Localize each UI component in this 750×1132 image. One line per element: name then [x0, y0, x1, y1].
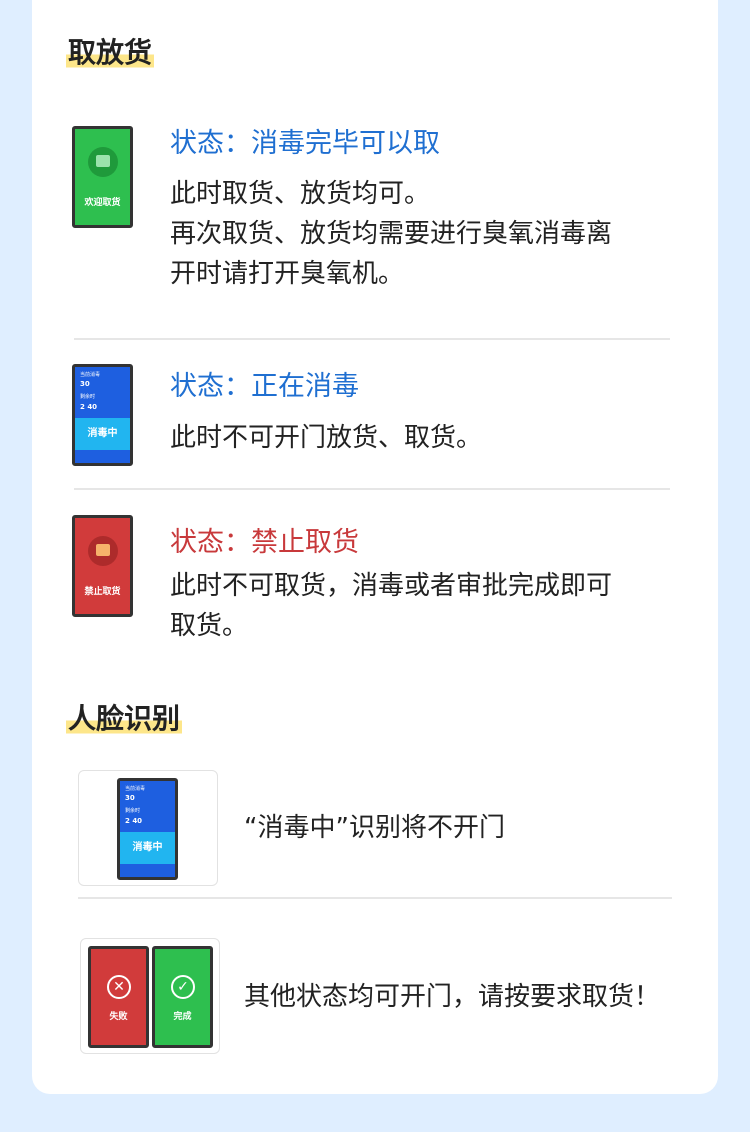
face-rule-text: “消毒中”识别将不开门	[244, 813, 505, 843]
phone-number: 30	[80, 380, 90, 388]
status-title: 状态：禁止取货	[170, 527, 359, 558]
thumbnail-frame: ✕ 失败 ✓ 完成	[80, 938, 220, 1054]
status-description: 此时取货、放货均可。 再次取货、放货均需要进行臭氧消毒离 开时请打开臭氧机。	[170, 174, 680, 294]
phone-number-part: 40	[87, 403, 98, 411]
phone-number: 2 40	[80, 403, 97, 412]
phone-thumbnail-success: ✓ 完成	[152, 946, 213, 1048]
phone-text: 剩余时	[125, 808, 141, 814]
phone-thumbnail-disinfecting: 当前消毒 30 剩余时 2 40 消毒中	[72, 364, 133, 466]
phone-thumbnail-forbidden: 禁止取货	[72, 515, 133, 617]
status-description: 此时不可取货，消毒或者审批完成即可 取货。	[170, 566, 680, 646]
status-title: 状态：消毒完毕可以取	[170, 128, 440, 159]
package-icon	[96, 155, 110, 167]
check-icon: ✓	[171, 975, 195, 999]
phone-text: 当前消毒	[80, 372, 101, 378]
phone-thumbnail-welcome: 欢迎取货	[72, 126, 133, 228]
desc-line: 取货。	[170, 611, 249, 641]
face-rule-text: 其他状态均可开门，请按要求取货！	[244, 982, 661, 1012]
phone-text: 当前消毒	[125, 786, 146, 792]
phone-number-part: 2	[125, 817, 130, 825]
phone-thumbnail-disinfecting: 当前消毒 30 剩余时 2 40 消毒中	[117, 778, 178, 880]
desc-line: 此时取货、放货均可。	[170, 179, 431, 209]
phone-number: 30	[125, 794, 135, 802]
info-card: 取放货 欢迎取货 状态：消毒完毕可以取 此时取货、放货均可。 再次取货、放货均需…	[32, 0, 718, 1094]
phone-number-part: 40	[132, 817, 143, 825]
divider	[74, 338, 670, 340]
store-icon	[96, 544, 110, 556]
phone-thumbnail-fail: ✕ 失败	[88, 946, 149, 1048]
divider	[74, 488, 670, 490]
desc-line: 开时请打开臭氧机。	[170, 259, 405, 289]
phone-band: 消毒中	[75, 418, 130, 450]
status-description: 此时不可开门放货、取货。	[170, 418, 680, 458]
divider	[78, 897, 672, 899]
close-icon: ✕	[107, 975, 131, 999]
phone-number-part: 2	[80, 403, 85, 411]
desc-line: 此时不可开门放货、取货。	[170, 423, 483, 453]
fail-label: 失败	[109, 1012, 128, 1022]
phone-band: 消毒中	[120, 832, 175, 864]
phone-label: 禁止取货	[84, 587, 121, 597]
section-title-face-recognition: 人脸识别	[66, 702, 183, 736]
success-label: 完成	[173, 1012, 192, 1022]
section-title-pickup: 取放货	[66, 36, 155, 70]
phone-number: 2 40	[125, 817, 142, 826]
status-title: 状态：正在消毒	[170, 371, 359, 402]
phone-text: 剩余时	[80, 394, 96, 400]
desc-line: 此时不可取货，消毒或者审批完成即可	[170, 571, 613, 601]
phone-label: 欢迎取货	[84, 198, 121, 208]
thumbnail-frame: 当前消毒 30 剩余时 2 40 消毒中	[78, 770, 218, 886]
desc-line: 再次取货、放货均需要进行臭氧消毒离	[170, 219, 613, 249]
